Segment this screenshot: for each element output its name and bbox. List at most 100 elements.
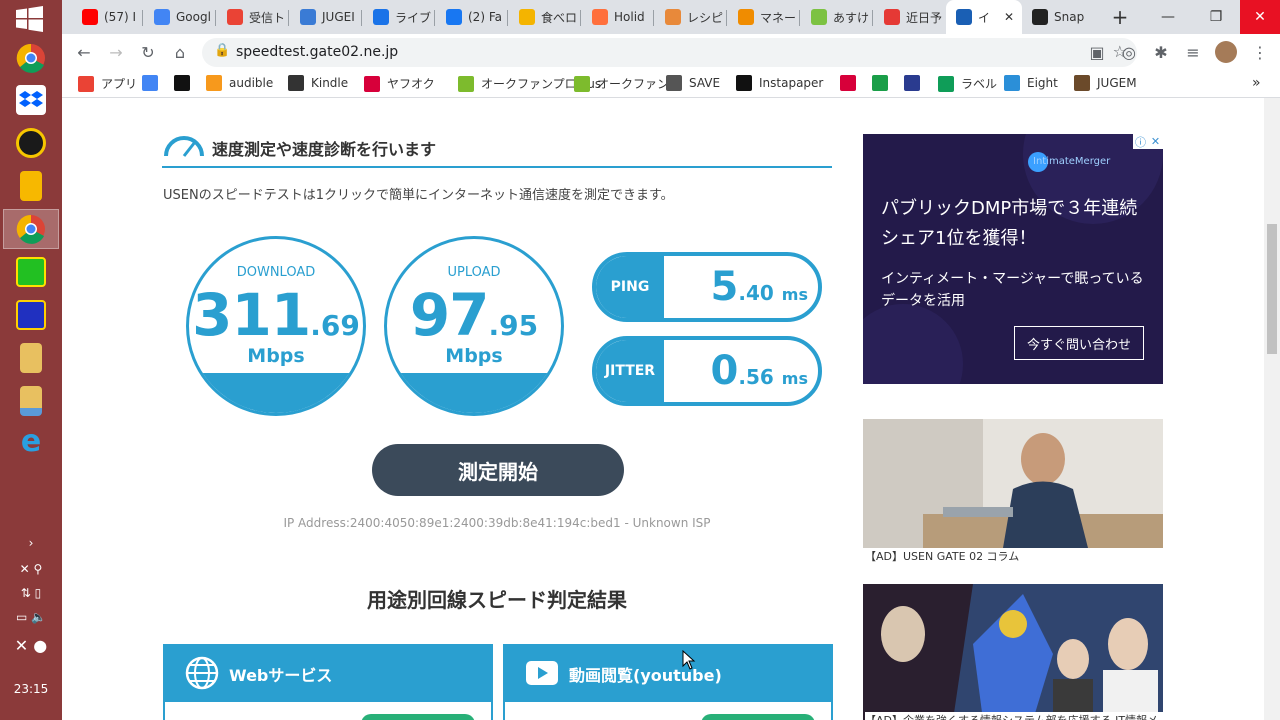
chrome-active-taskbar-icon[interactable]	[3, 209, 59, 249]
tab-close-icon[interactable]: ✕	[1004, 10, 1014, 24]
tray-icons-row-4[interactable]: ✕ ●	[0, 636, 62, 655]
page-content: 速度測定や速度診断を行います USENのスピードテストは1クリックで簡単にインタ…	[62, 98, 1264, 720]
bookmark-favicon-icon	[938, 75, 954, 92]
tab-6[interactable]: 食べロ	[509, 0, 581, 34]
tray-icons-row-1[interactable]: ✕ ⚲	[0, 562, 62, 576]
tab-12[interactable]: イ ✕	[946, 0, 1022, 34]
ad-close-icon[interactable]: ✕	[1148, 134, 1163, 149]
tab-7[interactable]: Holid	[582, 0, 654, 34]
tab-1[interactable]: Googl	[144, 0, 216, 34]
puzzle-app-taskbar-icon[interactable]	[3, 295, 59, 335]
bookmark-5[interactable]: ヤフオク	[364, 75, 435, 92]
green-app-taskbar-icon[interactable]	[3, 252, 59, 292]
bookmark-favicon-icon	[174, 75, 190, 91]
ad-caption-comic[interactable]: 【AD】企業を強くする情報システム部を応援する IT情報メディア「JOSHIGU…	[865, 712, 1165, 720]
scrollbar-thumb[interactable]	[1267, 224, 1277, 354]
ping-pill: PING 5.40 ms	[592, 252, 822, 322]
ad-image-column[interactable]	[863, 419, 1163, 548]
ad-cta-button[interactable]: 今すぐ問い合わせ	[1014, 326, 1144, 360]
browser-toolbar: ← → ↻ ⌂ 🔒 speedtest.gate02.ne.jp ☆ ▣ ◎ ✱…	[62, 34, 1280, 70]
ad-brand: IntimateMerger	[1033, 156, 1111, 167]
bookmark-2[interactable]	[174, 75, 197, 91]
tab-favicon-icon	[227, 9, 243, 25]
new-tab-button[interactable]: +	[1100, 0, 1140, 34]
ad-caption-column[interactable]: 【AD】USEN GATE 02 コラム	[865, 548, 1019, 564]
tray-icons-row-3[interactable]: ▭ 🔈	[0, 610, 62, 624]
tab-favicon-icon	[1032, 9, 1048, 25]
close-window-button[interactable]: ✕	[1240, 0, 1280, 34]
back-arrow-icon[interactable]: ←	[72, 40, 96, 64]
tab-4[interactable]: ライブト	[363, 0, 435, 34]
page-scrollbar[interactable]	[1264, 98, 1280, 720]
tray-expand-icon[interactable]: ›	[0, 536, 62, 550]
address-bar[interactable]: 🔒 speedtest.gate02.ne.jp ☆	[202, 38, 1137, 67]
bookmark-7[interactable]: オークファン	[574, 75, 669, 92]
tab-9[interactable]: マネー	[728, 0, 800, 34]
home-icon[interactable]: ⌂	[168, 40, 192, 64]
bookmark-3[interactable]: audible	[206, 75, 273, 91]
keep-taskbar-icon[interactable]	[3, 166, 59, 206]
video-card-title: 動画閲覧(youtube)	[569, 666, 722, 685]
bookmark-label: オークファン	[597, 77, 670, 91]
tab-10[interactable]: あすけ	[801, 0, 873, 34]
bookmark-1[interactable]	[142, 75, 165, 91]
dropbox-taskbar-icon[interactable]	[3, 80, 59, 120]
tab-label: マネー	[760, 10, 797, 25]
upload-label: UPLOAD	[447, 265, 501, 280]
globe-icon	[185, 656, 219, 690]
media-queue-icon[interactable]: ≡	[1181, 40, 1205, 64]
extensions-puzzle-icon[interactable]: ✱	[1149, 40, 1173, 64]
bookmark-favicon-icon	[872, 75, 888, 91]
bookmark-favicon-icon	[142, 75, 158, 91]
tab-favicon-icon	[592, 9, 608, 25]
tab-8[interactable]: レシピ	[655, 0, 727, 34]
speedometer-icon	[164, 136, 204, 157]
menu-dots-icon[interactable]: ⋮	[1248, 40, 1272, 64]
tab-5[interactable]: (2) Fa	[436, 0, 508, 34]
bookmark-favicon-icon	[206, 75, 222, 91]
download-gauge: DOWNLOAD 311.69 Mbps	[186, 236, 366, 416]
ad-info-icon[interactable]: ⓘ	[1133, 134, 1148, 149]
description: USENのスピードテストは1クリックで簡単にインターネット通信速度を測定できます…	[163, 188, 674, 203]
ad-image-comic[interactable]	[863, 584, 1163, 720]
bookmark-15[interactable]: JUGEM	[1074, 75, 1137, 91]
bookmark-9[interactable]: Instapaper	[736, 75, 823, 91]
avatar[interactable]	[1214, 40, 1238, 64]
bookmark-4[interactable]: Kindle	[288, 75, 348, 91]
tray-icons-row-2[interactable]: ⇅ ▯	[0, 586, 62, 600]
tab-0[interactable]: (57) I	[72, 0, 144, 34]
norton-taskbar-icon[interactable]	[3, 123, 59, 163]
maximize-button[interactable]: ❐	[1196, 0, 1236, 34]
bookmark-0[interactable]: アプリ	[78, 75, 137, 92]
tab-3[interactable]: JUGEI	[290, 0, 362, 34]
ping-value: 5.40 ms	[710, 264, 808, 310]
tab-13[interactable]: Snap	[1022, 0, 1092, 34]
start-test-button[interactable]: 測定開始	[372, 444, 624, 496]
tab-11[interactable]: 近日予	[874, 0, 946, 34]
bookmark-11[interactable]	[872, 75, 895, 91]
forward-arrow-icon[interactable]: →	[104, 40, 128, 64]
ad-close-controls[interactable]: ⓘ ✕	[1133, 134, 1163, 149]
bookmark-8[interactable]: SAVE	[666, 75, 720, 91]
internet-explorer-taskbar-icon[interactable]: e	[3, 422, 59, 462]
folder-taskbar-icon[interactable]	[3, 338, 59, 378]
clock[interactable]: 23:15	[0, 682, 62, 696]
folder-2-taskbar-icon[interactable]	[3, 381, 59, 421]
tab-strip: (57) I Googl 受信ト JUGEI ライブト (2) Fa 食べロ Holid レシピ…	[62, 0, 1280, 34]
bookmark-12[interactable]	[904, 75, 927, 91]
bookmark-10[interactable]	[840, 75, 863, 91]
tab-favicon-icon	[956, 9, 972, 25]
upload-unit: Mbps	[445, 345, 503, 367]
ad-banner-intimatemerger[interactable]: ⓘ ✕ IntimateMerger パブリックDMP市場で３年連続シェア1位を獲…	[863, 134, 1163, 384]
bookmark-13[interactable]: ラベル	[938, 75, 997, 92]
reload-icon[interactable]: ↻	[136, 40, 160, 64]
extension-icon-1[interactable]: ▣	[1085, 40, 1109, 64]
chrome-taskbar-icon[interactable]	[3, 38, 59, 78]
tab-2[interactable]: 受信ト	[217, 0, 289, 34]
bookmarks-overflow-icon[interactable]: »	[1252, 75, 1261, 91]
download-value: 311.69	[192, 281, 360, 349]
extension-icon-2[interactable]: ◎	[1117, 40, 1141, 64]
bookmark-14[interactable]: Eight	[1004, 75, 1058, 91]
windows-start-icon[interactable]	[12, 4, 48, 34]
minimize-button[interactable]: —	[1148, 0, 1188, 34]
